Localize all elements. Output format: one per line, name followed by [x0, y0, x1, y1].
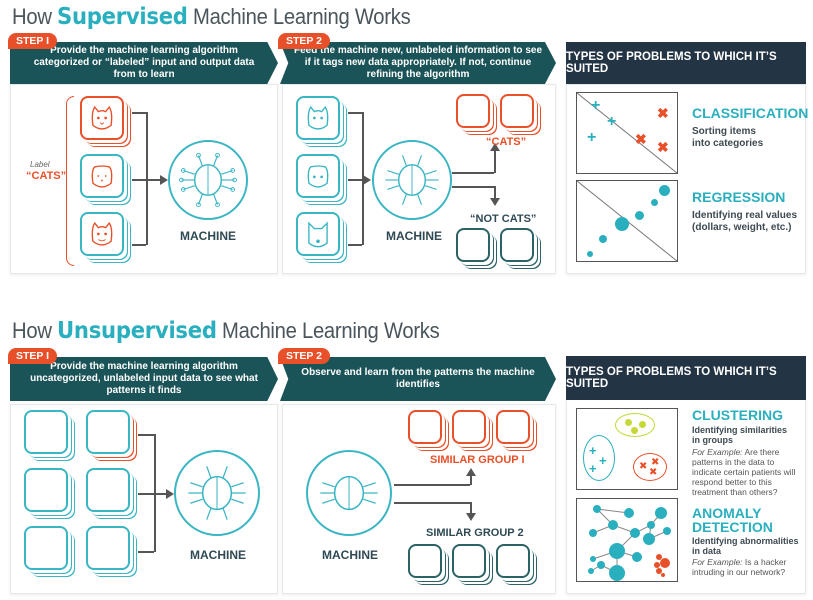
title-suffix: Machine Learning Works [187, 4, 411, 29]
cat-card [452, 410, 486, 444]
dog-card [496, 544, 530, 578]
title-highlight: Unsupervised [57, 318, 217, 344]
cat-card [500, 94, 534, 128]
label-small: Label [30, 160, 50, 169]
problem-title: ANOMALY DETECTION [692, 505, 773, 535]
example-label: For Example: [692, 447, 743, 457]
machine-label: MACHINE [190, 548, 246, 562]
unsup-types-header: TYPES OF PROBLEMS TO WHICH IT’S SUITED [566, 356, 806, 400]
machine-label: MACHINE [386, 229, 442, 243]
dog-card [452, 544, 486, 578]
cat-card [296, 154, 340, 198]
problem-desc: Identifying abnormalities in data [692, 536, 799, 556]
cat-icon [307, 165, 329, 188]
dog-card [296, 212, 340, 256]
clustering-illustration: + + + ✖ ✖ ✖ [576, 408, 678, 490]
title-prefix: How [12, 4, 58, 29]
machine-brain-icon [168, 140, 248, 220]
arrow-right-icon [166, 489, 174, 499]
cat-card [24, 468, 68, 512]
sup-step2-badge: STEP 2 [278, 33, 330, 49]
connector [394, 484, 470, 486]
cat-icon [307, 105, 329, 130]
connector [138, 434, 154, 436]
connector [348, 244, 362, 246]
connector [494, 150, 496, 173]
title-prefix: How [12, 318, 58, 343]
regression-illustration [576, 180, 678, 262]
cat-card [80, 212, 124, 256]
machine-brain-icon [306, 450, 392, 536]
problem-desc: Identifying similarities in groups [692, 425, 788, 445]
label-cats: “CATS” [26, 170, 67, 182]
cat-card [408, 410, 442, 444]
dog-card [24, 410, 68, 454]
connector [138, 551, 154, 553]
connector [132, 112, 146, 114]
cat-card [86, 526, 130, 570]
cats-output-label: “CATS” [486, 136, 527, 148]
cat-card [86, 410, 130, 454]
title-highlight: Supervised [57, 4, 188, 30]
group2-label: SIMILAR GROUP 2 [426, 527, 524, 539]
problem-example: For Example: Is a hacker intruding in ou… [692, 557, 802, 577]
problem-title: CLASSIFICATION [692, 105, 809, 121]
connector [452, 186, 494, 188]
unsup-step1-badge: STEP I [8, 348, 58, 364]
connector [138, 493, 166, 495]
supervised-title: How Supervised Machine Learning Works [12, 4, 411, 30]
arrow-right-icon [160, 175, 168, 185]
cat-icon [91, 221, 113, 246]
problem-desc: Sorting items into categories [692, 126, 764, 149]
arrow-down-icon [466, 513, 476, 521]
dog-card [456, 228, 490, 262]
dog-card [408, 544, 442, 578]
dog-card [86, 468, 130, 512]
connector [394, 502, 470, 504]
problem-desc: Identifying real values (dollars, weight… [692, 210, 798, 233]
connector [132, 244, 146, 246]
machine-label: MACHINE [180, 229, 236, 243]
problem-title: REGRESSION [692, 189, 786, 205]
machine-brain-icon [372, 140, 452, 220]
connector [452, 172, 494, 174]
arrow-down-icon [490, 198, 500, 206]
dog-card [24, 526, 68, 570]
not-cats-output-label: “NOT CATS” [470, 213, 537, 225]
cat-card [80, 154, 124, 198]
connector [348, 179, 362, 181]
label-brace [66, 96, 74, 266]
anomaly-illustration [576, 498, 678, 582]
sup-step1-badge: STEP I [8, 33, 58, 49]
machine-brain-icon [174, 450, 260, 536]
unsupervised-title: How Unsupervised Machine Learning Works [12, 318, 440, 344]
connector [494, 186, 496, 198]
problem-title: CLUSTERING [692, 407, 783, 423]
sup-types-header: TYPES OF PROBLEMS TO WHICH IT’S SUITED [566, 42, 806, 84]
example-label: For Example: [692, 557, 743, 567]
cat-card [456, 94, 490, 128]
machine-label: MACHINE [322, 548, 378, 562]
cat-icon [91, 165, 113, 188]
problem-example: For Example: Are there patterns in the d… [692, 447, 802, 497]
connector [348, 112, 362, 114]
arrow-right-icon [363, 175, 371, 185]
connector [132, 179, 160, 181]
classification-illustration: + + + ✖ ✖ ✖ [576, 92, 678, 174]
dog-card [500, 228, 534, 262]
title-suffix: Machine Learning Works [216, 318, 440, 343]
group1-label: SIMILAR GROUP I [430, 454, 525, 466]
cat-card [80, 96, 124, 140]
cat-icon [91, 105, 113, 130]
cat-card [496, 410, 530, 444]
arrow-up-icon [466, 468, 476, 476]
unsup-step2-badge: STEP 2 [278, 348, 330, 364]
cat-card [296, 96, 340, 140]
dog-icon [308, 221, 328, 248]
